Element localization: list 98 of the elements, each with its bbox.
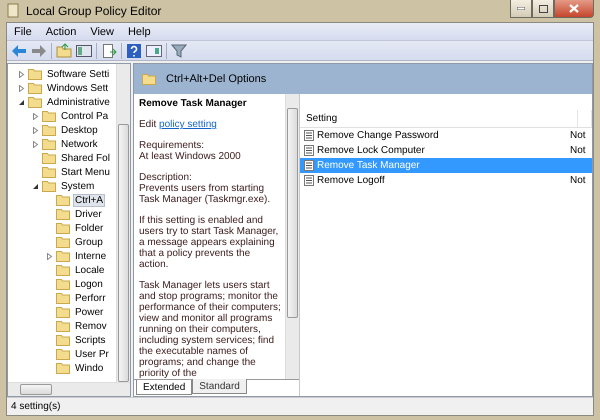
folder-icon bbox=[56, 208, 70, 220]
tree-item[interactable]: Control Pa bbox=[59, 110, 110, 122]
state-cell-text: Not bbox=[570, 145, 587, 156]
menu-item[interactable]: Help bbox=[120, 26, 158, 38]
folder-icon bbox=[28, 68, 42, 80]
description-label: Description: bbox=[139, 172, 193, 183]
view-tab[interactable]: Extended bbox=[136, 380, 192, 395]
folder-icon bbox=[42, 124, 56, 136]
folder-icon bbox=[142, 73, 156, 85]
setting-row[interactable]: Remove Logoff Not bbox=[300, 173, 592, 188]
folder-icon bbox=[56, 320, 70, 332]
tree-item[interactable]: Logon bbox=[73, 278, 105, 290]
maximize-button[interactable] bbox=[532, 0, 554, 18]
folder-icon bbox=[56, 278, 70, 290]
edit-label: Edit bbox=[139, 119, 156, 130]
scrollbar[interactable] bbox=[285, 94, 299, 379]
folder-icon bbox=[56, 348, 70, 360]
tree-item[interactable]: Power bbox=[73, 306, 106, 318]
minimize-icon bbox=[517, 7, 525, 10]
folder-icon bbox=[56, 264, 70, 276]
folder-icon bbox=[56, 362, 70, 374]
policy-setting-link[interactable]: policy setting bbox=[159, 119, 217, 130]
expand-arrow-icon[interactable] bbox=[46, 252, 53, 260]
tree-item[interactable]: Start Menu bbox=[59, 166, 112, 178]
setting-name: Remove Lock Computer bbox=[316, 145, 426, 156]
collapse-arrow-icon[interactable] bbox=[18, 98, 25, 106]
tree-item[interactable]: Group bbox=[73, 236, 105, 248]
tree-item[interactable]: Remov bbox=[73, 320, 109, 332]
minimize-button[interactable] bbox=[510, 0, 532, 18]
setting-row[interactable]: Remove Lock Computer Not bbox=[300, 143, 592, 158]
horizontal-scrollbar[interactable] bbox=[8, 382, 130, 396]
tree-item[interactable]: Desktop bbox=[59, 124, 100, 136]
policy-icon bbox=[304, 160, 314, 171]
close-icon bbox=[569, 4, 579, 13]
setting-name: Remove Logoff bbox=[316, 175, 386, 186]
header-title: Ctrl+Alt+Del Options bbox=[166, 73, 266, 85]
folder-icon bbox=[42, 180, 56, 192]
requirements-text: At least Windows 2000 bbox=[139, 151, 241, 162]
folder-icon bbox=[56, 250, 70, 262]
tree-item[interactable]: Folder bbox=[73, 222, 106, 234]
forward-icon[interactable] bbox=[31, 42, 47, 58]
folder-icon bbox=[56, 194, 70, 206]
description-paragraph: Task Manager lets users start and stop programs; monitor the performance of their computers; view and monitor all programs running on their computers, including system services; find the executable names of programs; and change the priority of the bbox=[139, 280, 281, 379]
policy-icon bbox=[304, 145, 314, 156]
setting-name: Remove Change Password bbox=[316, 130, 440, 141]
tree-item[interactable]: System bbox=[59, 180, 96, 192]
export-icon[interactable] bbox=[101, 42, 117, 58]
folder-icon bbox=[42, 152, 56, 164]
back-icon[interactable] bbox=[11, 42, 27, 58]
tree-item[interactable]: Scripts bbox=[73, 334, 108, 346]
menu-item[interactable]: File bbox=[7, 26, 39, 38]
tree-item[interactable]: Perforr bbox=[73, 292, 108, 304]
state-cell-text: Not bbox=[570, 175, 587, 186]
policy-icon bbox=[304, 130, 314, 141]
folder-icon bbox=[28, 82, 42, 94]
folder-icon bbox=[42, 110, 56, 122]
folder-icon bbox=[42, 166, 56, 178]
help-icon[interactable] bbox=[126, 42, 142, 58]
view-tab[interactable]: Standard bbox=[192, 379, 247, 394]
policy-title: Remove Task Manager bbox=[139, 98, 248, 109]
tree-item[interactable]: Shared Fol bbox=[59, 152, 112, 164]
tree-item[interactable]: User Pr bbox=[73, 348, 111, 360]
state-cell-text: Not bbox=[570, 130, 587, 141]
column-header[interactable]: Setting bbox=[300, 110, 578, 127]
setting-name: Remove Task Manager bbox=[316, 160, 421, 171]
folder-icon bbox=[56, 292, 70, 304]
tree-item[interactable]: Software Setti bbox=[45, 68, 112, 80]
folder-icon bbox=[56, 222, 70, 234]
close-button[interactable] bbox=[554, 0, 594, 18]
status-text: 4 setting(s) bbox=[7, 397, 593, 415]
folder-icon bbox=[42, 138, 56, 150]
panel-icon[interactable] bbox=[76, 42, 92, 58]
scrollbar[interactable] bbox=[116, 64, 130, 382]
menu-item[interactable]: Action bbox=[38, 26, 84, 38]
folder-icon bbox=[56, 334, 70, 346]
tree-item[interactable]: Interne bbox=[73, 250, 108, 262]
maximize-icon bbox=[538, 4, 548, 12]
window-icon[interactable] bbox=[146, 42, 162, 58]
tree-item[interactable]: Ctrl+A bbox=[73, 194, 106, 206]
folder-icon bbox=[28, 96, 42, 108]
setting-row[interactable]: Remove Change Password Not bbox=[300, 128, 592, 143]
collapse-arrow-icon[interactable] bbox=[32, 182, 39, 190]
tree-item[interactable]: Windows Sett bbox=[45, 82, 110, 94]
scroll-icon bbox=[6, 3, 20, 19]
description-paragraph: If this setting is enabled and users try to start Task Manager, a message appears explaining that a policy prevents the action. bbox=[139, 215, 280, 270]
policy-icon bbox=[304, 175, 314, 186]
tree-item[interactable]: Administrative bbox=[45, 96, 112, 108]
tree-item[interactable]: Driver bbox=[73, 208, 104, 220]
tree-item[interactable]: Locale bbox=[73, 264, 106, 276]
window-title: Local Group Policy Editor bbox=[26, 4, 162, 18]
requirements-label: Requirements: bbox=[139, 140, 204, 151]
menu-item[interactable]: View bbox=[83, 26, 121, 38]
folder-icon bbox=[56, 236, 70, 248]
tree-item[interactable]: Network bbox=[59, 138, 100, 150]
tree-item[interactable]: Windo bbox=[73, 362, 106, 374]
description-paragraph: Prevents users from starting Task Manager (Taskmgr.exe). bbox=[139, 183, 272, 205]
folder-up-icon[interactable] bbox=[56, 42, 72, 58]
folder-icon bbox=[56, 306, 70, 318]
